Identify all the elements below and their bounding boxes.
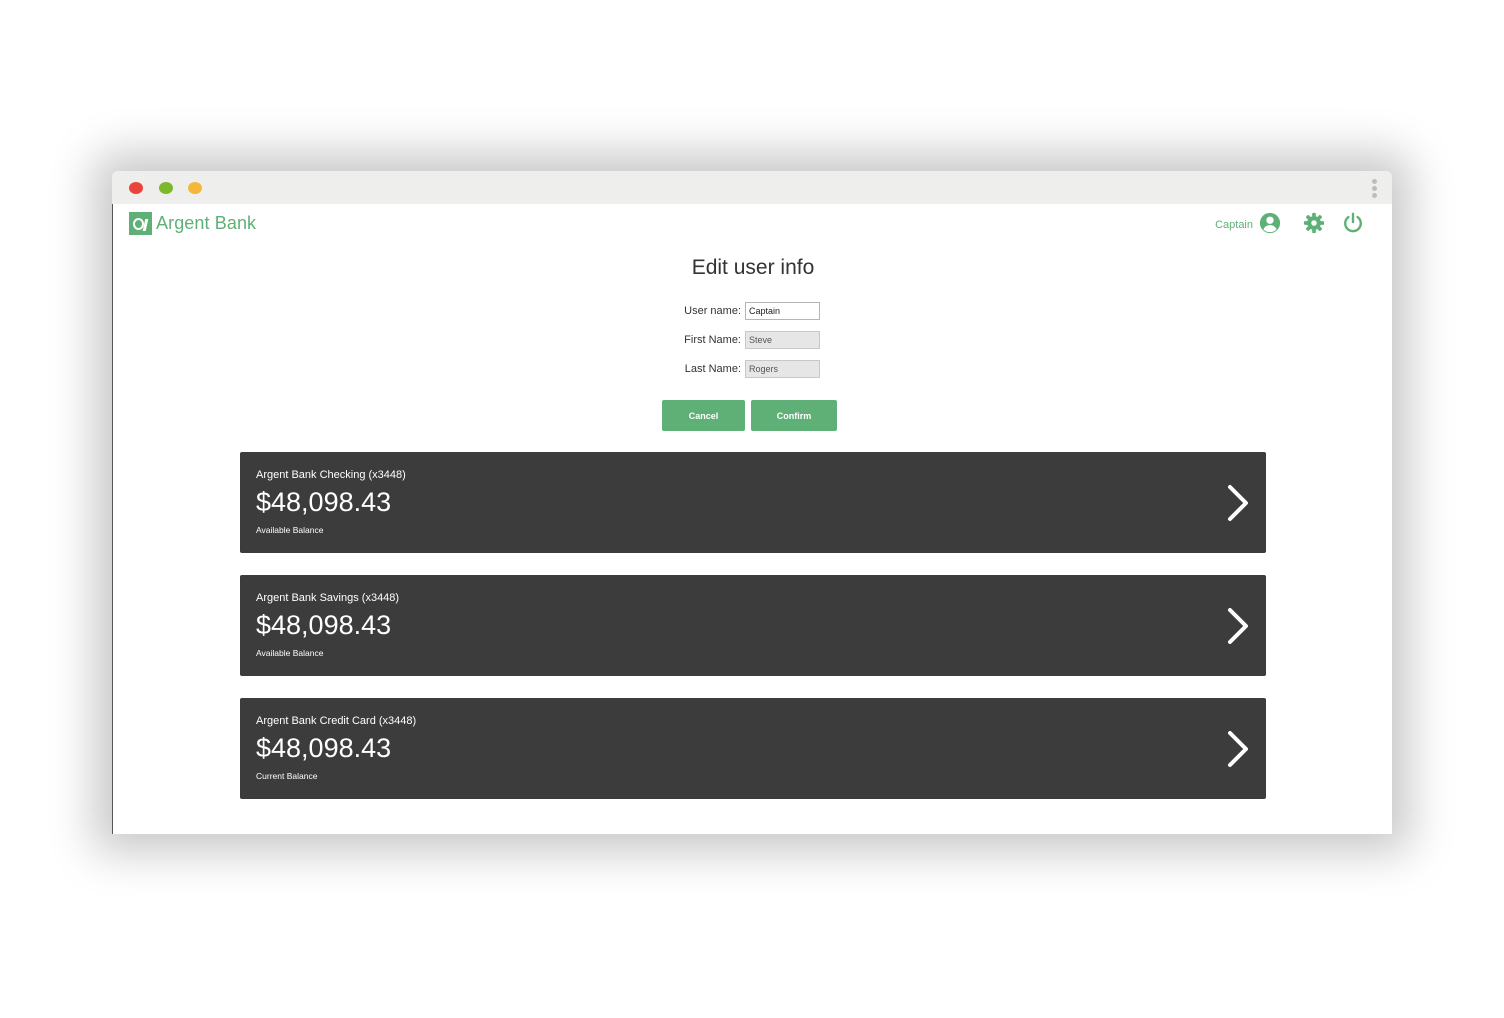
username-row: User name: [113,302,1392,331]
account-name: Argent Bank Credit Card (x3448) [256,715,417,727]
window-minimize-button[interactable] [159,182,173,194]
argent-bank-logo-icon [129,212,152,235]
browser-window: Argent Bank Captain Edit user info User … [112,171,1392,834]
lastname-label: Last Name: [684,363,741,375]
power-icon[interactable] [1342,212,1364,234]
lastname-row: Last Name: [113,360,1392,389]
account-balance: $48,098.43 [256,610,392,640]
account-card-credit[interactable]: Argent Bank Credit Card (x3448) $48,098.… [240,698,1266,799]
account-balance-label: Current Balance [256,771,318,781]
account-balance-label: Available Balance [256,525,324,535]
account-card-checking[interactable]: Argent Bank Checking (x3448) $48,098.43 … [240,452,1266,553]
header-nav: Captain [1215,212,1364,234]
chevron-right-icon[interactable] [1226,607,1250,645]
window-titlebar [112,171,1392,204]
account-name: Argent Bank Checking (x3448) [256,469,406,481]
firstname-label: First Name: [684,334,741,346]
account-card-savings[interactable]: Argent Bank Savings (x3448) $48,098.43 A… [240,575,1266,676]
window-menu-icon[interactable] [1372,179,1377,199]
user-circle-icon[interactable] [1259,212,1281,234]
chevron-right-icon[interactable] [1226,484,1250,522]
lastname-input [745,360,820,378]
gear-icon[interactable] [1303,212,1325,234]
accounts-list: Argent Bank Checking (x3448) $48,098.43 … [240,452,1266,821]
account-balance: $48,098.43 [256,487,392,517]
confirm-button[interactable]: Confirm [751,400,837,431]
window-maximize-button[interactable] [188,182,202,194]
app-container: Argent Bank Captain Edit user info User … [112,204,1392,834]
home-logo-link[interactable]: Argent Bank [129,212,256,235]
page-title: Edit user info [691,256,815,279]
account-balance-label: Available Balance [256,648,324,658]
form-buttons: Cancel Confirm [662,400,837,431]
cancel-button[interactable]: Cancel [662,400,745,431]
firstname-row: First Name: [113,331,1392,360]
username-label: User name: [684,305,741,317]
firstname-input [745,331,820,349]
logo-text: Argent Bank [156,213,257,233]
edit-user-form: User name: First Name: Last Name: [113,302,1392,389]
user-name-link[interactable]: Captain [1215,219,1253,231]
username-input[interactable] [745,302,820,320]
account-balance: $48,098.43 [256,733,392,763]
account-name: Argent Bank Savings (x3448) [256,592,400,604]
window-close-button[interactable] [129,182,143,194]
chevron-right-icon[interactable] [1226,730,1250,768]
